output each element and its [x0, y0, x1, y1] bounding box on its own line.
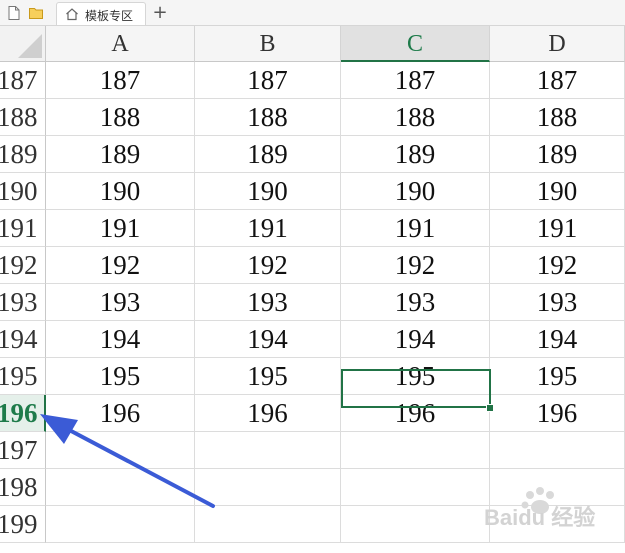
annotation-arrow: [40, 414, 215, 508]
arrow-shaft: [54, 421, 215, 508]
watermark: Baidu 经验: [484, 487, 595, 530]
watermark-text: Baidu 经验: [484, 505, 595, 530]
arrow-head: [40, 414, 78, 444]
